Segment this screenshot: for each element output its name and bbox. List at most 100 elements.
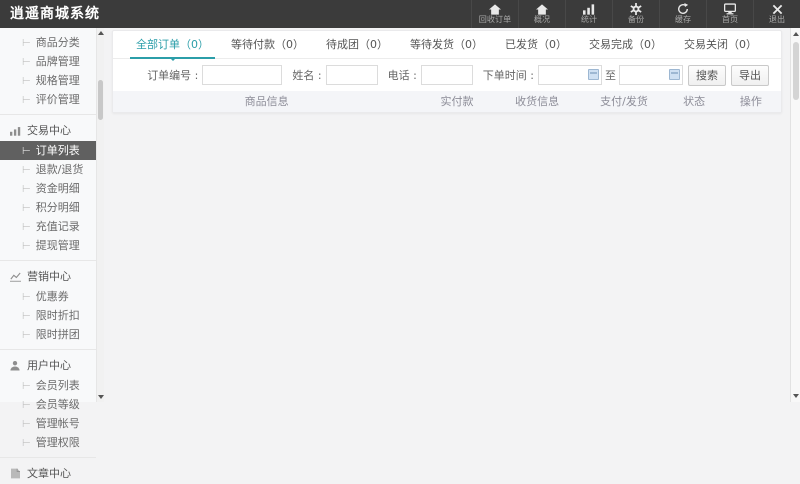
branch-icon: ⊢ [22,184,31,195]
sidebar-item-admin-permission[interactable]: ⊢管理权限 [0,433,96,452]
sidebar-section-label: 交易中心 [27,120,71,141]
sidebar-menu: ⊢商品分类 ⊢品牌管理 ⊢规格管理 ⊢评价管理 交易中心 ⊢订单列表 ⊢退款/退… [0,28,96,484]
col-actions: 操作 [721,91,781,112]
topnav-label: 备份 [628,16,644,26]
divider [0,260,96,261]
phone-input[interactable] [421,65,473,85]
sidebar-item-review-mgmt[interactable]: ⊢评价管理 [0,90,96,109]
topnav-cache[interactable]: 缓存 [659,0,706,28]
tab-shipped[interactable]: 已发货（0） [494,31,578,58]
sidebar-item-label: 品牌管理 [36,55,80,68]
name-label: 姓名 : [292,67,321,83]
scroll-down-icon[interactable] [98,395,104,399]
user-icon [9,360,21,372]
col-product-info: 商品信息 [113,91,420,112]
app-title: 逍遥商城系统 [0,0,100,28]
sidebar-item-label: 限时折扣 [36,309,80,322]
topnav-overview[interactable]: 概况 [518,0,565,28]
phone-label: 电话 : [388,67,417,83]
sidebar-item-brand-mgmt[interactable]: ⊢ 品牌管理 [0,52,96,71]
topnav-logout[interactable]: 退出 [753,0,800,28]
monitor-icon [724,3,736,15]
branch-icon: ⊢ [22,76,31,87]
sidebar-item-label: 会员列表 [36,379,80,392]
line-chart-icon [9,271,21,283]
search-button[interactable]: 搜索 [688,65,726,86]
sidebar-section-trade-center[interactable]: 交易中心 [0,120,96,141]
col-paid-amount: 实付款 [420,91,493,112]
topbar-nav: 回收订单 概况 统计 备份 [471,0,800,28]
scrollbar-thumb[interactable] [98,80,103,120]
table-header: 商品信息 实付款 收货信息 支付/发货 状态 操作 [113,91,781,112]
time-from-field [538,65,602,85]
sidebar-scrollbar[interactable] [96,28,104,402]
branch-icon: ⊢ [22,241,31,252]
topnav-recycle-orders[interactable]: 回收订单 [471,0,518,28]
sidebar-item-label: 积分明细 [36,201,80,214]
sidebar-item-label: 优惠券 [36,290,69,303]
sidebar-item-member-level[interactable]: ⊢会员等级 [0,395,96,414]
topnav-label: 首页 [722,16,738,26]
sidebar-item-flash-discount[interactable]: ⊢ 限时折扣 [0,306,96,325]
topnav-homepage[interactable]: 首页 [706,0,753,28]
tab-all-orders[interactable]: 全部订单（0） [125,31,220,58]
branch-icon: ⊢ [22,330,31,341]
calendar-icon[interactable] [588,69,599,80]
scroll-up-icon[interactable] [793,32,799,36]
branch-icon: ⊢ [22,292,31,303]
calendar-icon[interactable] [669,69,680,80]
sidebar-section-label: 营销中心 [27,266,71,287]
scroll-up-icon[interactable] [98,31,104,35]
branch-icon: ⊢ [22,419,31,430]
scrollbar-thumb[interactable] [793,42,799,100]
sidebar-item-spec-mgmt[interactable]: ⊢ 规格管理 [0,71,96,90]
sidebar-item-recharge-records[interactable]: ⊢充值记录 [0,217,96,236]
branch-icon: ⊢ [22,311,31,322]
sidebar-item-label: 订单列表 [36,144,80,157]
tab-awaiting-payment[interactable]: 等待付款（0） [220,31,315,58]
sidebar-item-order-list[interactable]: ⊢订单列表 [0,141,96,160]
sidebar-item-label: 提现管理 [36,239,80,252]
topnav-backup[interactable]: 备份 [612,0,659,28]
export-button[interactable]: 导出 [731,65,769,86]
branch-icon: ⊢ [22,381,31,392]
sidebar-section-label: 用户中心 [27,355,71,376]
col-payment-shipment: 支付/发货 [581,91,668,112]
sidebar-item-label: 商品分类 [36,36,80,49]
sidebar-section-marketing-center[interactable]: 营销中心 [0,266,96,287]
tab-pending-group[interactable]: 待成团（0） [315,31,399,58]
sidebar-item-label: 退款/退货 [36,163,84,176]
sidebar-section-label: 文章中心 [27,463,71,484]
sidebar-item-label: 管理权限 [36,436,80,449]
tab-completed[interactable]: 交易完成（0） [578,31,673,58]
order-tabs: 全部订单（0） 等待付款（0） 待成团（0） 等待发货（0） 已发货（0） 交易… [113,31,781,59]
scroll-down-icon[interactable] [793,394,799,398]
page-scrollbar[interactable] [790,28,800,402]
branch-icon: ⊢ [22,57,31,68]
sidebar: ⊢商品分类 ⊢品牌管理 ⊢规格管理 ⊢评价管理 交易中心 ⊢订单列表 ⊢退款/退… [0,28,104,402]
sidebar-item-coupon[interactable]: ⊢ 优惠券 [0,287,96,306]
tab-closed[interactable]: 交易关闭（0） [673,31,768,58]
sidebar-item-withdraw-mgmt[interactable]: ⊢ 提现管理 [0,236,96,255]
sidebar-item-admin-account[interactable]: ⊢管理帐号 [0,414,96,433]
divider [0,114,96,115]
topnav-statistics[interactable]: 统计 [565,0,612,28]
order-no-input[interactable] [202,65,282,85]
col-shipping-info: 收货信息 [494,91,581,112]
sidebar-item-refund[interactable]: ⊢退款/退货 [0,160,96,179]
sidebar-item-member-list[interactable]: ⊢ 会员列表 [0,376,96,395]
body: ⊢商品分类 ⊢品牌管理 ⊢规格管理 ⊢评价管理 交易中心 ⊢订单列表 ⊢退款/退… [0,28,800,402]
sidebar-section-article-center[interactable]: 文章中心 [0,463,96,484]
name-input[interactable] [326,65,378,85]
topnav-label: 退出 [769,16,785,26]
sidebar-item-goods-category[interactable]: ⊢商品分类 [0,33,96,52]
gear-icon [630,3,642,15]
sidebar-item-label: 规格管理 [36,74,80,87]
orders-panel: 全部订单（0） 等待付款（0） 待成团（0） 等待发货（0） 已发货（0） 交易… [112,30,782,113]
sidebar-item-fund-detail[interactable]: ⊢资金明细 [0,179,96,198]
tab-awaiting-shipment[interactable]: 等待发货（0） [399,31,494,58]
sidebar-item-points-detail[interactable]: ⊢积分明细 [0,198,96,217]
screen: 逍遥商城系统 回收订单 概况 统计 [0,0,800,402]
sidebar-section-user-center[interactable]: 用户中心 [0,355,96,376]
sidebar-item-group-buy[interactable]: ⊢限时拼团 [0,325,96,344]
